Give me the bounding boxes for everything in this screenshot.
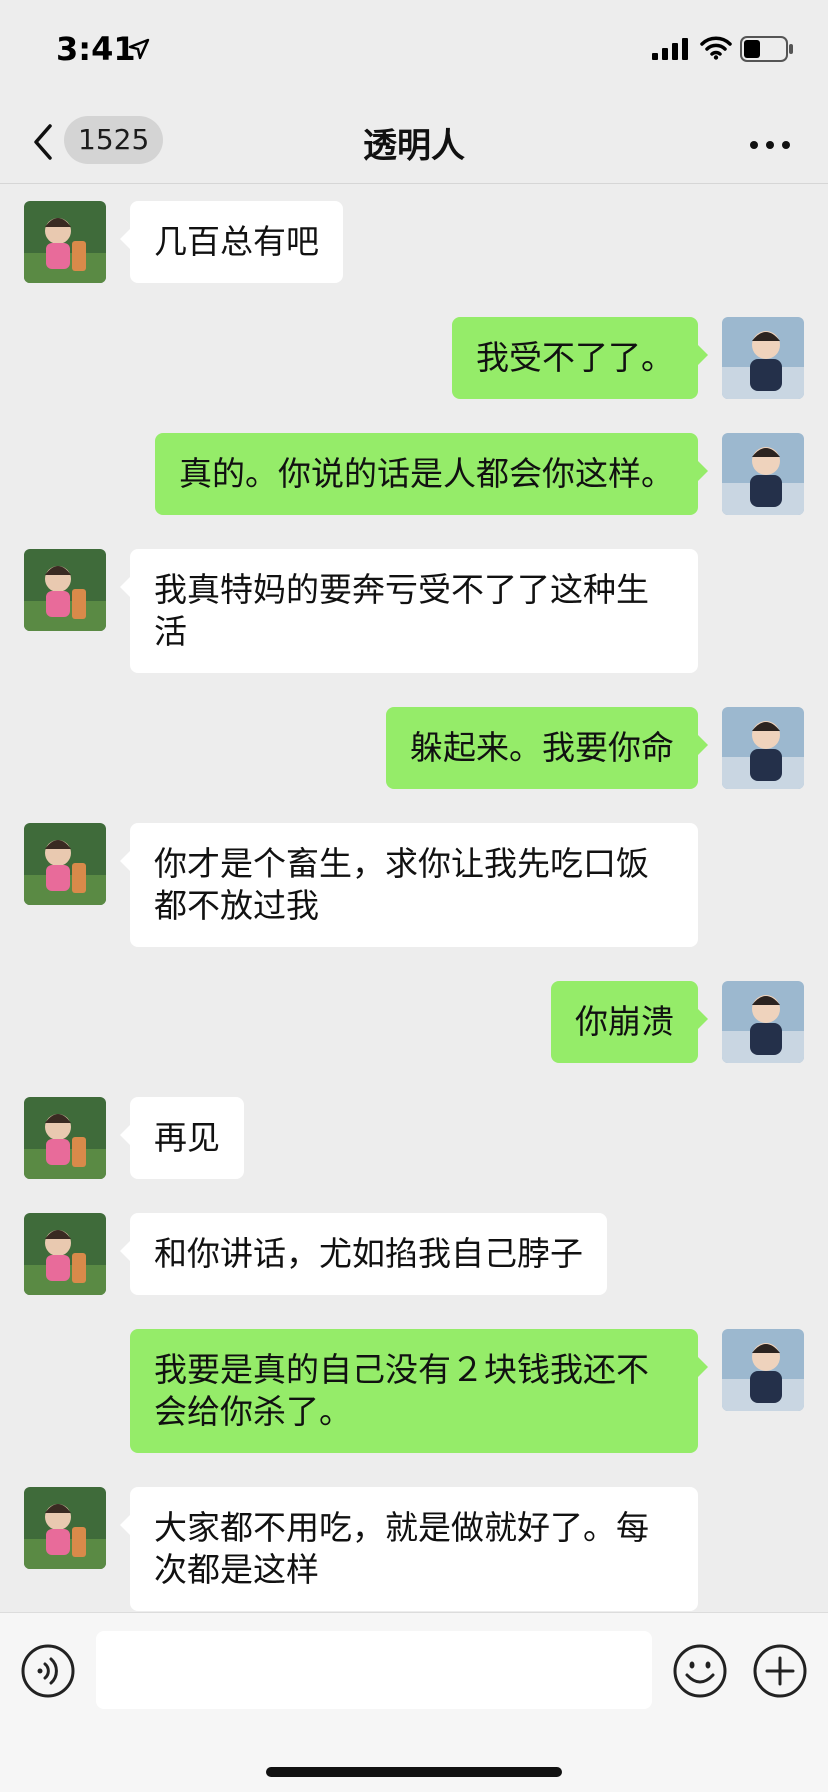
incoming-message-bubble[interactable]: 和你讲话，尤如掐我自己脖子 xyxy=(120,1213,607,1295)
incoming-message-bubble[interactable]: 你才是个畜生，求你让我先吃口饭都不放过我 xyxy=(120,823,698,947)
more-dots-icon[interactable] xyxy=(748,136,792,155)
incoming-message-bubble[interactable]: 再见 xyxy=(120,1097,244,1179)
voice-icon[interactable] xyxy=(20,1643,76,1703)
status-time: 3:41 xyxy=(56,30,136,68)
outgoing-message-bubble[interactable]: 我要是真的自己没有２块钱我还不会给你杀了。 xyxy=(130,1329,708,1453)
contact-avatar[interactable] xyxy=(24,823,106,905)
contact-avatar[interactable] xyxy=(24,1213,106,1295)
my-avatar[interactable] xyxy=(722,1329,804,1411)
incoming-message-bubble[interactable]: 大家都不用吃，就是做就好了。每次都是这样 xyxy=(120,1487,698,1611)
my-avatar[interactable] xyxy=(722,433,804,515)
contact-avatar[interactable] xyxy=(24,549,106,631)
contact-avatar[interactable] xyxy=(24,1097,106,1179)
battery-icon xyxy=(740,36,794,66)
location-arrow-icon xyxy=(128,38,150,64)
incoming-message-bubble[interactable]: 我真特妈的要奔亏受不了了这种生活 xyxy=(120,549,698,673)
plus-icon[interactable] xyxy=(752,1643,808,1703)
wifi-icon xyxy=(700,36,732,64)
outgoing-message-bubble[interactable]: 真的。你说的话是人都会你这样。 xyxy=(155,433,708,515)
home-indicator xyxy=(266,1767,562,1777)
signal-icon xyxy=(652,38,690,64)
outgoing-message-bubble[interactable]: 我受不了了。 xyxy=(452,317,708,399)
message-input[interactable] xyxy=(96,1631,652,1709)
emoji-icon[interactable] xyxy=(672,1643,728,1703)
my-avatar[interactable] xyxy=(722,707,804,789)
contact-avatar[interactable] xyxy=(24,1487,106,1569)
unread-count-badge[interactable]: 1525 xyxy=(64,116,164,164)
outgoing-message-bubble[interactable]: 你崩溃 xyxy=(551,981,708,1063)
chat-input-bar xyxy=(0,1612,828,1792)
my-avatar[interactable] xyxy=(722,981,804,1063)
incoming-message-bubble[interactable]: 几百总有吧 xyxy=(120,201,343,283)
contact-avatar[interactable] xyxy=(24,201,106,283)
my-avatar[interactable] xyxy=(722,317,804,399)
status-bar: 3:41 xyxy=(0,0,828,100)
chevron-left-icon[interactable] xyxy=(30,122,56,166)
chat-nav-bar: 1525 透明人 xyxy=(0,100,828,184)
outgoing-message-bubble[interactable]: 躲起来。我要你命 xyxy=(386,707,708,789)
